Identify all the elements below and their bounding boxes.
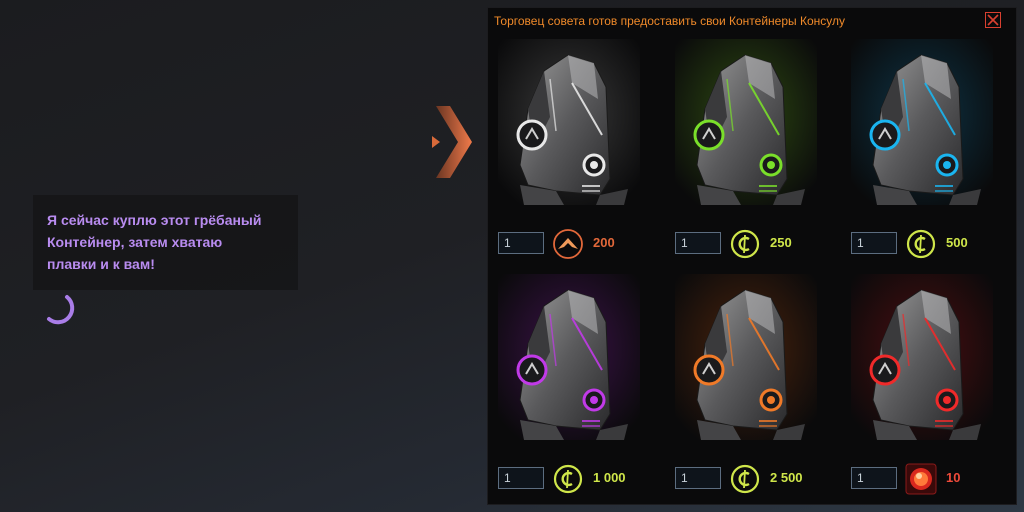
panel-title: Торговец совета готов предоставить свои …	[494, 14, 846, 28]
quantity-input[interactable]	[675, 467, 721, 489]
speech-bubble: Я сейчас куплю этот грёбаный Контейнер, …	[33, 195, 298, 290]
container-image[interactable]	[498, 39, 640, 205]
quantity-input[interactable]	[851, 467, 897, 489]
price-value: 500	[946, 235, 968, 250]
speech-line: Я сейчас куплю этот грёбаный	[47, 212, 262, 228]
quantity-input[interactable]	[498, 232, 544, 254]
quantity-input[interactable]	[851, 232, 897, 254]
price-value: 2 500	[770, 470, 803, 485]
quantity-input[interactable]	[675, 232, 721, 254]
container-image[interactable]	[675, 39, 817, 205]
merchant-panel: Торговец совета готов предоставить свои …	[487, 7, 1017, 505]
container-image[interactable]	[675, 274, 817, 440]
speech-line: Контейнер, затем хватаю	[47, 234, 223, 250]
price-value: 200	[593, 235, 615, 250]
credits-icon	[905, 228, 937, 260]
chevron-right-icon	[432, 106, 472, 178]
speech-text: Я сейчас куплю этот грёбаный Контейнер, …	[47, 209, 287, 275]
close-icon	[987, 14, 999, 26]
price-value: 10	[946, 470, 961, 485]
container-image[interactable]	[851, 274, 993, 440]
red-crystal-icon	[905, 463, 937, 495]
price-value: 250	[770, 235, 792, 250]
rank-chevron-icon	[552, 228, 584, 260]
credits-icon	[729, 228, 761, 260]
speech-line: плавки и к вам!	[47, 256, 155, 272]
loading-spinner-icon	[47, 295, 75, 325]
container-image[interactable]	[851, 39, 993, 205]
credits-icon	[729, 463, 761, 495]
quantity-input[interactable]	[498, 467, 544, 489]
container-image[interactable]	[498, 274, 640, 440]
price-value: 1 000	[593, 470, 626, 485]
close-button[interactable]	[985, 12, 1001, 28]
credits-icon	[552, 463, 584, 495]
